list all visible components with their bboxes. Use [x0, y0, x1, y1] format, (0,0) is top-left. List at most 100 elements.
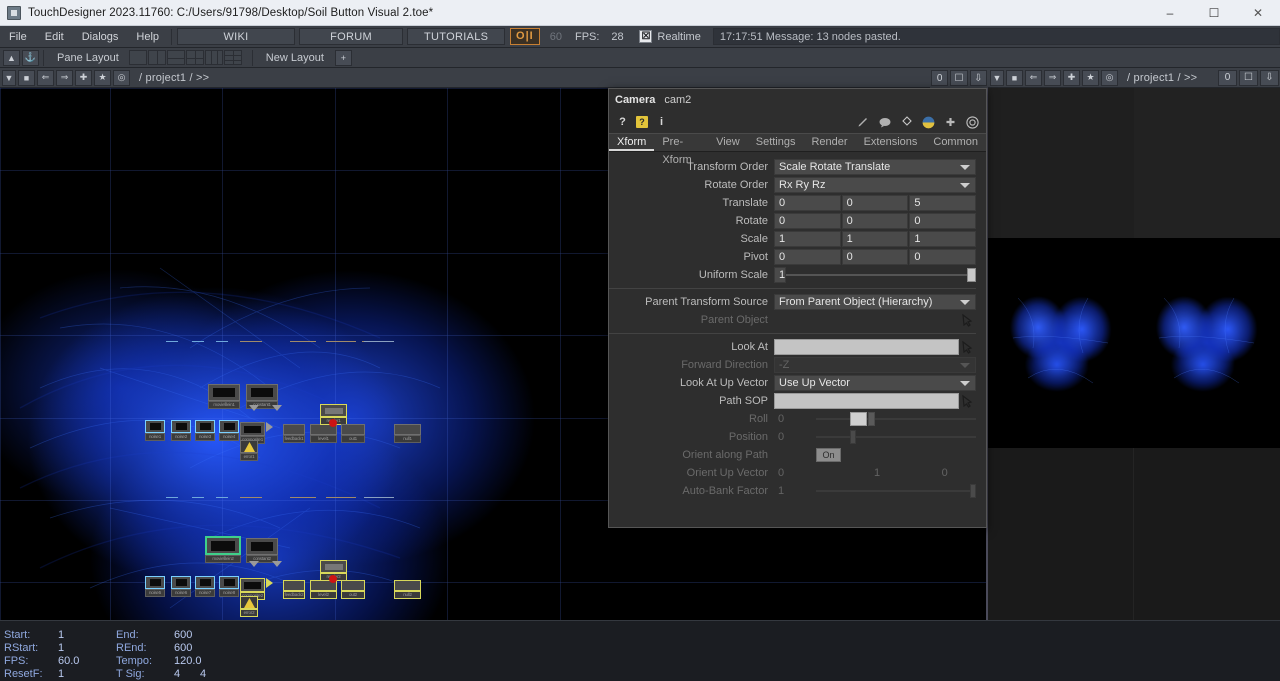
node-bottom-3[interactable]: noise5 [145, 576, 165, 597]
op-help-icon[interactable]: ? [636, 116, 648, 128]
menu-edit[interactable]: Edit [36, 26, 73, 48]
node-bottom-12[interactable]: null2 [394, 580, 421, 599]
tab-extensions[interactable]: Extensions [856, 133, 926, 151]
param-pivot[interactable]: Pivot 0 0 0 [609, 248, 977, 266]
param-translate[interactable]: Translate 0 0 5 [609, 194, 977, 212]
node-top-3[interactable]: noise1 [145, 420, 165, 441]
rotate-z-input[interactable]: 0 [909, 213, 977, 229]
param-uniform-scale[interactable]: Uniform Scale 1 [609, 266, 976, 284]
end-value[interactable]: 600 [174, 629, 228, 642]
arrow-right-icon-right[interactable]: ⇒ [1044, 69, 1061, 86]
layout-preset-5[interactable] [204, 50, 223, 65]
tab-view[interactable]: View [708, 133, 748, 151]
pane-index-left[interactable]: 0 [931, 70, 949, 86]
viewer-pane-top-right[interactable] [1134, 88, 1280, 238]
home-icon[interactable]: ▲ [3, 49, 20, 66]
pivot-x-input[interactable]: 0 [774, 249, 841, 265]
viewer-pane-top-left[interactable] [988, 88, 1134, 238]
layout-presets[interactable] [128, 50, 243, 65]
node-top-6[interactable]: noise4 [219, 420, 239, 441]
tab-pre-xform[interactable]: Pre-Xform [654, 133, 708, 166]
tab-common[interactable]: Common [925, 133, 986, 151]
plus-icon[interactable]: ✚ [944, 116, 957, 129]
arrow-down-icon-left[interactable]: ⇩ [969, 70, 987, 86]
square-icon[interactable]: ■ [18, 69, 35, 86]
tab-render[interactable]: Render [803, 133, 855, 151]
network-path-left[interactable]: / project1 / >> [131, 72, 209, 84]
node-top-1[interactable]: moviefilein1 [208, 384, 240, 409]
tempo-value[interactable]: 120.0 [174, 655, 228, 668]
tab-settings[interactable]: Settings [748, 133, 804, 151]
pivot-y-input[interactable]: 0 [841, 249, 909, 265]
maximize-icon-left[interactable]: ☐ [950, 70, 968, 86]
translate-x-input[interactable]: 0 [774, 195, 841, 211]
scale-z-input[interactable]: 1 [909, 231, 977, 247]
op-picker-icon[interactable] [959, 313, 976, 327]
start-value[interactable]: 1 [58, 629, 116, 642]
forum-button[interactable]: FORUM [299, 28, 404, 45]
layout-preset-3[interactable] [166, 50, 185, 65]
close-button[interactable]: ✕ [1236, 0, 1280, 26]
rotate-y-input[interactable]: 0 [841, 213, 909, 229]
pane-index-right[interactable]: 0 [1218, 69, 1237, 86]
node-bottom-6[interactable]: noise8 [219, 576, 239, 597]
timeline-fps-value[interactable]: 60.0 [58, 655, 116, 668]
network-path-right[interactable]: / project1 / >> [1119, 72, 1197, 84]
home-node-icon-right[interactable]: ◎ [1101, 69, 1118, 86]
layout-preset-2[interactable] [147, 50, 166, 65]
menu-dialogs[interactable]: Dialogs [73, 26, 128, 48]
look-at-up-vector-dropdown[interactable]: Use Up Vector [774, 375, 976, 391]
rotate-order-dropdown[interactable]: Rx Ry Rz [774, 177, 976, 193]
look-at-input[interactable] [774, 339, 959, 355]
path-sop-input[interactable] [774, 393, 959, 409]
tsig-value-2[interactable]: 4 [200, 668, 226, 681]
arrow-down-icon-right[interactable]: ⇩ [1260, 69, 1279, 86]
rend-value[interactable]: 600 [174, 642, 228, 655]
home-node-icon[interactable]: ◎ [113, 69, 130, 86]
arrow-left-icon[interactable]: ⇐ [37, 69, 54, 86]
parameter-tabs[interactable]: Xform Pre-Xform View Settings Render Ext… [609, 133, 986, 166]
node-bottom-1-selected[interactable]: moviefilein2 [205, 536, 241, 563]
scale-y-input[interactable]: 1 [841, 231, 909, 247]
viewer-pane-bottom-right[interactable] [1134, 238, 1280, 448]
paint-bucket-icon[interactable] [900, 116, 913, 129]
param-look-at[interactable]: Look At [609, 338, 976, 356]
maximize-button[interactable]: ☐ [1192, 0, 1236, 26]
layout-preset-1[interactable] [128, 50, 147, 65]
menu-help[interactable]: Help [127, 26, 168, 48]
viewer-pane-lower[interactable] [988, 448, 1280, 620]
arrow-left-icon-right[interactable]: ⇐ [1025, 69, 1042, 86]
node-bottom-4[interactable]: noise6 [171, 576, 191, 597]
node-top-5[interactable]: noise3 [195, 420, 215, 441]
param-rotate[interactable]: Rotate 0 0 0 [609, 212, 977, 230]
pencil-icon[interactable] [856, 116, 869, 129]
op-picker-icon-pathsop[interactable] [959, 394, 976, 408]
translate-y-input[interactable]: 0 [841, 195, 909, 211]
star-icon[interactable]: ★ [94, 69, 111, 86]
pivot-z-input[interactable]: 0 [909, 249, 977, 265]
node-bottom-8[interactable]: feedback2 [283, 580, 305, 599]
python-icon[interactable] [922, 116, 935, 129]
node-top-8[interactable]: feedback1 [283, 424, 305, 443]
minimize-button[interactable]: – [1148, 0, 1192, 26]
target-icon[interactable] [966, 115, 979, 129]
param-transform-order[interactable]: Transform Order Scale Rotate Translate [609, 158, 976, 176]
transform-order-dropdown[interactable]: Scale Rotate Translate [774, 159, 976, 175]
operator-name-label[interactable]: cam2 [664, 94, 691, 106]
tab-xform[interactable]: Xform [609, 133, 655, 151]
tutorials-button[interactable]: TUTORIALS [407, 28, 506, 45]
node-bottom-2[interactable]: constant2 [246, 538, 278, 563]
viewer-pane-bottom-left[interactable] [988, 238, 1134, 448]
menu-file[interactable]: File [0, 26, 36, 48]
info-icon[interactable]: i [655, 116, 668, 129]
perform-toggle-button[interactable]: O|I [510, 28, 540, 45]
maximize-icon-right[interactable]: ☐ [1239, 69, 1258, 86]
rotate-x-input[interactable]: 0 [774, 213, 841, 229]
op-picker-icon-lookat[interactable] [959, 340, 976, 354]
node-top-4[interactable]: noise2 [171, 420, 191, 441]
scale-x-input[interactable]: 1 [774, 231, 841, 247]
param-parent-transform-source[interactable]: Parent Transform Source From Parent Obje… [609, 293, 976, 311]
arrow-right-icon[interactable]: ⇒ [56, 69, 73, 86]
param-look-at-up-vector[interactable]: Look At Up Vector Use Up Vector [609, 374, 976, 392]
dialog-header[interactable]: Camera cam2 [609, 89, 986, 111]
